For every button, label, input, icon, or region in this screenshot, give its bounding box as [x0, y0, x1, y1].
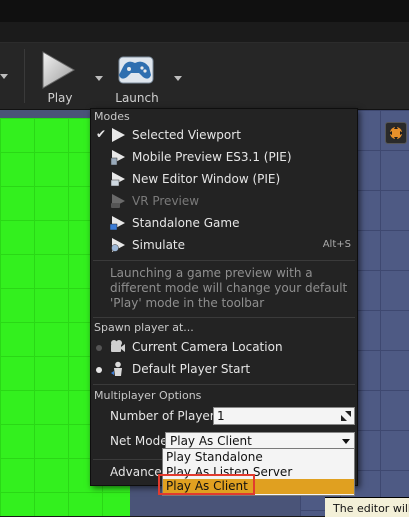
number-of-players-label: Number of Players — [110, 409, 221, 423]
net-mode-option[interactable]: Play Standalone — [163, 450, 354, 465]
prev-dropdown-arrow-icon[interactable] — [0, 74, 8, 79]
mode-standalone-game[interactable]: Standalone Game — [91, 213, 355, 234]
toolbar-separator — [24, 49, 25, 103]
simulate-icon — [111, 238, 125, 252]
camera-move-button[interactable] — [385, 122, 407, 144]
tab-strip — [0, 22, 409, 43]
play-options-menu: Modes ✔ Selected Viewport Mobile Preview… — [90, 108, 358, 486]
mode-new-editor-window[interactable]: New Editor Window (PIE) — [91, 169, 355, 190]
play-window-icon — [110, 172, 125, 187]
spawn-section-title: Spawn player at... — [94, 321, 194, 334]
move-arrows-icon — [389, 126, 403, 140]
camera-icon — [111, 340, 125, 352]
mode-description: Launching a game preview with a differen… — [110, 266, 348, 310]
check-icon: ✔ — [96, 127, 107, 141]
play-icon — [42, 51, 75, 89]
mode-simulate[interactable]: Simulate Alt+S — [91, 235, 355, 256]
mode-selected-viewport[interactable]: ✔ Selected Viewport — [91, 125, 355, 146]
spawn-default-player-start[interactable]: Default Player Start — [91, 359, 355, 380]
menu-divider — [93, 317, 355, 318]
title-band — [0, 0, 409, 22]
tooltip: The editor will a — [325, 497, 409, 517]
launch-label: Launch — [115, 91, 159, 105]
menu-divider — [93, 260, 355, 261]
menu-divider — [93, 384, 355, 385]
gamepad-icon — [118, 56, 154, 84]
simulate-shortcut: Alt+S — [322, 239, 351, 250]
net-mode-label: Net Mode — [110, 434, 168, 448]
mode-vr-preview[interactable]: VR Preview — [91, 191, 355, 212]
launch-button[interactable]: Launch — [112, 47, 162, 105]
radio-selected-icon — [96, 367, 102, 373]
multiplayer-section-title: Multiplayer Options — [94, 389, 202, 402]
chevron-down-icon — [342, 439, 350, 444]
play-mobile-icon — [110, 150, 125, 165]
play-options-arrow-icon[interactable] — [95, 76, 103, 81]
spin-arrows-icon — [341, 411, 351, 421]
launch-options-arrow-icon[interactable] — [174, 76, 182, 81]
main-toolbar: Play Launch — [0, 43, 409, 110]
mode-mobile-preview[interactable]: Mobile Preview ES3.1 (PIE) — [91, 147, 355, 168]
number-of-players-input[interactable]: 1 — [213, 407, 355, 425]
play-label: Play — [47, 91, 73, 105]
play-button[interactable]: Play — [34, 47, 86, 105]
play-vr-icon — [111, 194, 125, 208]
radio-icon — [96, 345, 102, 351]
annotation-highlight-box — [158, 474, 255, 495]
modes-section-title: Modes — [94, 110, 130, 123]
play-viewport-icon — [112, 128, 125, 142]
spawn-current-camera[interactable]: Current Camera Location — [91, 337, 355, 358]
player-start-icon — [111, 361, 122, 376]
play-standalone-icon — [110, 216, 125, 231]
